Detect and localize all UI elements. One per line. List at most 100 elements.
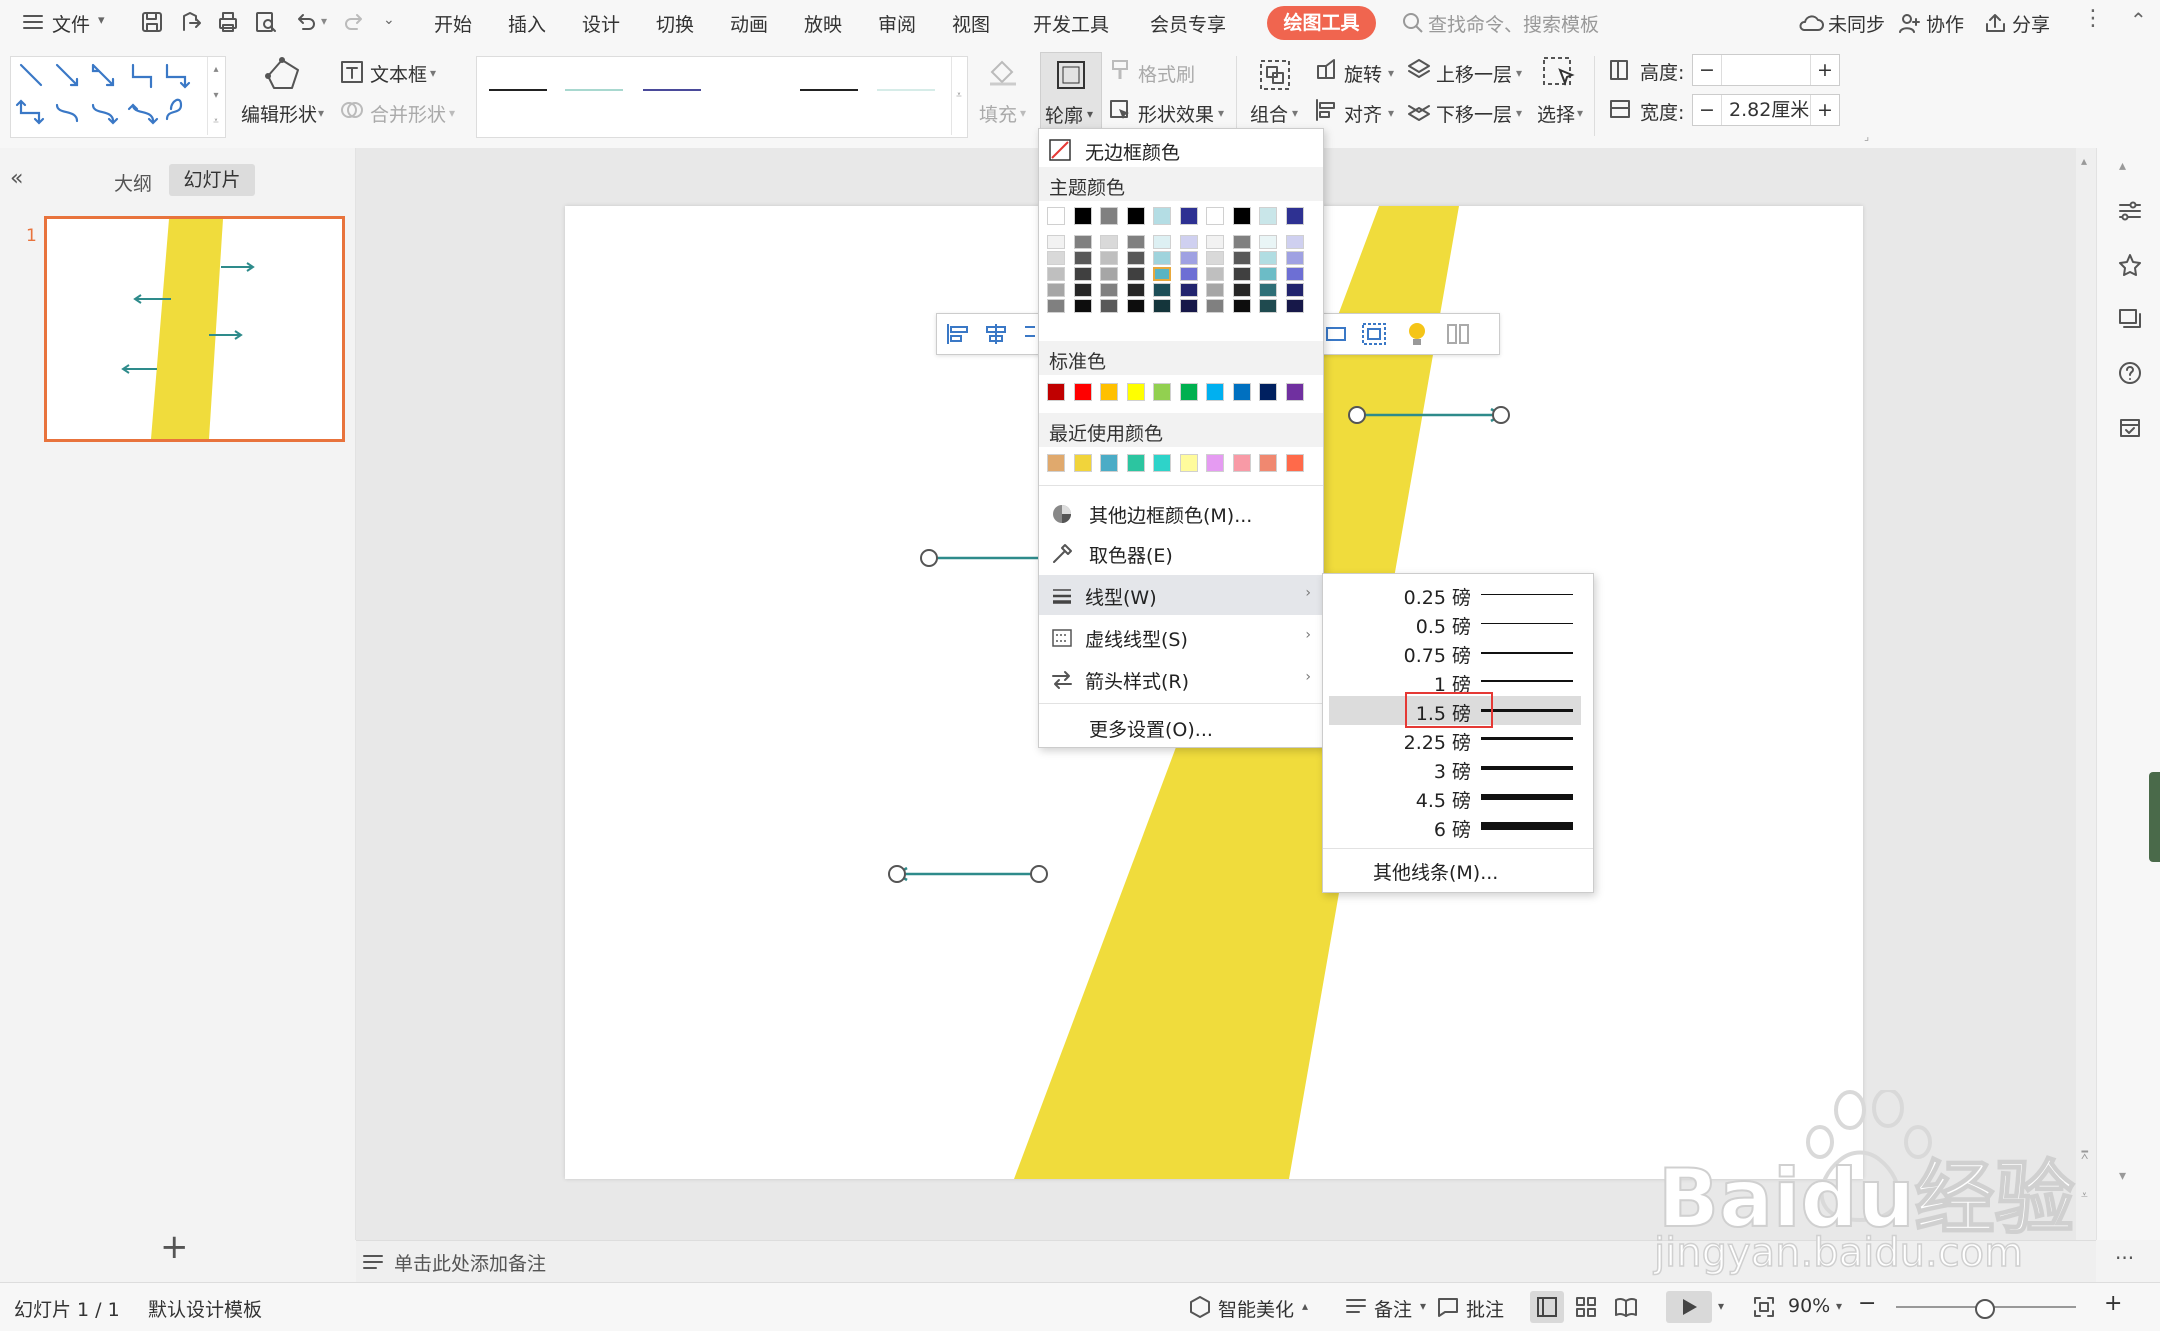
recent-swatch[interactable] [1259,454,1277,472]
edit-shape-button[interactable]: 编辑形状 [241,100,317,127]
width-decrement[interactable]: − [1693,95,1722,125]
width-value[interactable]: 2.82厘米 [1729,95,1809,125]
collapse-ribbon-icon[interactable]: ⌃ [2130,8,2147,32]
theme-shade-swatch[interactable] [1259,251,1277,265]
line-style-mint[interactable] [565,89,623,91]
theme-shade-swatch[interactable] [1073,283,1092,297]
more-colors-item[interactable]: 其他边框颜色(M)... [1039,493,1323,533]
theme-shade-swatch[interactable] [1206,283,1224,297]
theme-shade-swatch[interactable] [1259,299,1277,313]
weight-2-25[interactable]: 2.25 磅 [1329,725,1581,754]
fit-window-icon[interactable] [1752,1295,1776,1319]
theme-swatch[interactable] [1073,207,1092,225]
sorter-view-icon[interactable] [1574,1295,1598,1319]
layout-icon[interactable] [2117,306,2143,332]
standard-swatch[interactable] [1126,383,1145,401]
recent-swatch[interactable] [1285,454,1304,472]
hamburger-icon[interactable] [22,12,44,32]
beautify-button[interactable]: 智能美化 [1218,1295,1294,1322]
print-preview-icon[interactable] [254,10,278,34]
width-field[interactable]: − 2.82厘米 + [1692,94,1840,126]
theme-shade-swatch[interactable] [1126,267,1145,281]
chevron-down-icon[interactable]: ▾ [318,106,324,120]
theme-shade-swatch[interactable] [1073,267,1092,281]
align-left-icon[interactable] [945,322,971,346]
weight-6[interactable]: 6 磅 [1329,812,1581,841]
scroll-down-icon[interactable]: ▾ [2119,1168,2126,1184]
scroll-up-icon[interactable]: ▴ [2119,158,2126,174]
theme-swatch[interactable] [1206,207,1224,225]
slide-thumbnail[interactable] [44,216,345,442]
star-icon[interactable] [2117,252,2143,278]
more-icon[interactable]: ⋮ [2082,6,2104,31]
chevron-down-icon[interactable]: ▾ [1388,66,1394,80]
chevron-down-icon[interactable]: ▾ [1420,1299,1426,1313]
help-icon[interactable] [2117,360,2143,386]
arrow-left-2[interactable] [894,866,1039,882]
tab-animation[interactable]: 动画 [730,10,768,37]
rotate-button[interactable]: 旋转 [1344,60,1382,87]
theme-shade-swatch[interactable] [1285,283,1304,297]
collapse-panel-icon[interactable]: « [10,166,23,191]
recent-swatch[interactable] [1153,454,1171,472]
textbox-button[interactable]: 文本框 [370,60,427,87]
width-increment[interactable]: + [1810,95,1839,125]
backup-icon[interactable] [2117,414,2143,440]
theme-shade-swatch[interactable] [1232,235,1251,249]
standard-swatch[interactable] [1232,383,1251,401]
theme-swatch[interactable] [1259,207,1277,225]
share-button[interactable]: 分享 [2012,10,2050,37]
tab-home[interactable]: 开始 [434,10,472,37]
dialog-launcher-icon[interactable]: ⌟ [1864,130,1869,143]
gallery-scroll[interactable]: ▴ ▾ ⩡ [207,57,224,135]
theme-shade-swatch[interactable] [1179,283,1198,297]
theme-shade-swatch[interactable] [1153,267,1171,281]
customize-qat-icon[interactable]: ⌄ [383,12,395,28]
align-center-icon[interactable] [983,322,1009,346]
lightbulb-icon[interactable] [1405,320,1429,348]
chevron-down-icon[interactable]: ▾ [1516,66,1522,80]
height-decrement[interactable]: − [1693,55,1722,85]
weight-0-25[interactable]: 0.25 磅 [1329,580,1581,609]
height-increment[interactable]: + [1810,55,1839,85]
bring-forward-button[interactable]: 上移一层 [1436,60,1512,87]
theme-shade-swatch[interactable] [1232,299,1251,313]
recent-swatch[interactable] [1126,454,1145,472]
line-style-black[interactable] [489,89,547,91]
normal-view-button[interactable] [1530,1291,1564,1323]
outline-button[interactable]: 轮廓 ▾ [1040,52,1102,136]
chevron-down-icon[interactable]: ▾ [1388,106,1394,120]
zoom-level[interactable]: 90% [1788,1295,1830,1317]
theme-shade-swatch[interactable] [1206,267,1224,281]
chevron-down-icon[interactable]: ▾ [1020,106,1026,120]
weight-3[interactable]: 3 磅 [1329,754,1581,783]
chevron-down-icon[interactable]: ▾ [1577,106,1583,120]
theme-shade-swatch[interactable] [1153,283,1171,297]
theme-shade-swatch[interactable] [1285,251,1304,265]
standard-swatch[interactable] [1153,383,1171,401]
theme-shade-swatch[interactable] [1259,235,1277,249]
save-icon[interactable] [140,10,164,34]
theme-shade-swatch[interactable] [1047,251,1065,265]
theme-shade-swatch[interactable] [1126,283,1145,297]
tab-view[interactable]: 视图 [952,10,990,37]
comment-button[interactable]: 批注 [1466,1295,1504,1322]
align-button[interactable]: 对齐 [1344,100,1382,127]
sync-status[interactable]: 未同步 [1828,10,1885,37]
chevron-down-icon[interactable]: ▾ [1516,106,1522,120]
theme-swatch[interactable] [1179,207,1198,225]
file-menu[interactable]: 文件 [52,10,90,37]
standard-swatch[interactable] [1285,383,1304,401]
chevron-up-icon[interactable]: ▴ [1302,1299,1308,1313]
standard-swatch[interactable] [1206,383,1224,401]
theme-shade-swatch[interactable] [1047,283,1065,297]
tab-slides[interactable]: 幻灯片 [169,164,255,196]
theme-shade-swatch[interactable] [1232,283,1251,297]
theme-shade-swatch[interactable] [1206,251,1224,265]
theme-shade-swatch[interactable] [1100,251,1118,265]
notes-placeholder[interactable]: 单击此处添加备注 [394,1249,546,1276]
standard-color-row[interactable] [1047,383,1319,405]
theme-shade-swatch[interactable] [1100,267,1118,281]
tab-drawing-tools[interactable]: 绘图工具 [1267,6,1376,40]
theme-shade-swatch[interactable] [1126,299,1145,313]
